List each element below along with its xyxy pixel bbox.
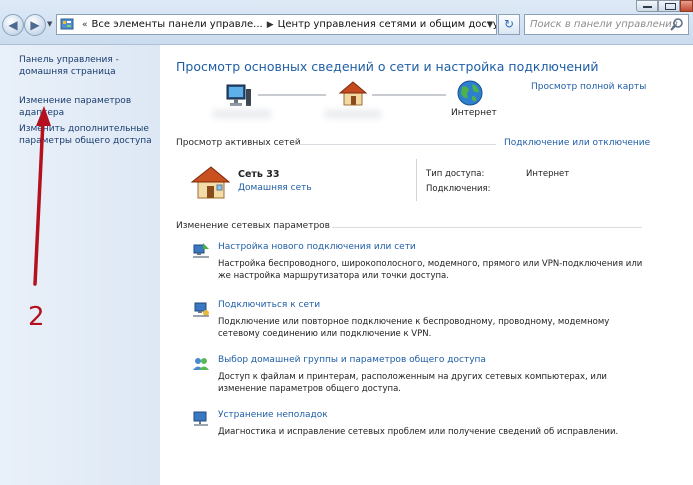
- network-type-link[interactable]: Домашняя сеть: [238, 183, 312, 193]
- maximize-button[interactable]: [658, 0, 680, 12]
- minimize-button[interactable]: [636, 0, 658, 12]
- search-placeholder: Поиск в панели управления: [530, 19, 678, 30]
- homegroup-sharing-icon: [193, 358, 209, 370]
- breadcrumb-separator-icon: «: [82, 20, 88, 30]
- task-connect-network-desc: Подключение или повторное подключение к …: [218, 317, 610, 339]
- breadcrumb-all-control-panel-items[interactable]: Все элементы панели управле...: [92, 19, 263, 30]
- section-divider: [332, 227, 642, 228]
- sidebar: Панель управления - домашняя страница Из…: [0, 45, 160, 485]
- connections-label: Подключения:: [426, 184, 491, 194]
- troubleshoot-icon: [193, 411, 208, 426]
- maximize-icon: [665, 3, 676, 10]
- address-dropdown-icon[interactable]: ▼: [487, 15, 493, 34]
- forward-button[interactable]: ▶: [24, 14, 46, 36]
- task-homegroup-desc: Доступ к файлам и принтерам, расположенн…: [218, 372, 607, 394]
- section-divider: [296, 144, 496, 145]
- blurred-network-name: [324, 109, 382, 119]
- breadcrumb-network-center[interactable]: Центр управления сетями и общим доступом: [278, 19, 496, 30]
- refresh-icon: ↻: [503, 17, 515, 31]
- connect-disconnect-link[interactable]: Подключение или отключение: [504, 138, 650, 148]
- connect-to-network-icon: [193, 302, 209, 317]
- change-settings-heading: Изменение сетевых параметров: [176, 221, 330, 231]
- home-network-icon: [338, 81, 368, 106]
- map-connection-line: [372, 94, 446, 96]
- task-homegroup-link[interactable]: Выбор домашней группы и параметров общег…: [218, 355, 486, 365]
- blurred-computer-name: [212, 109, 272, 119]
- internet-globe-icon: [457, 80, 483, 106]
- main-content: Просмотр основных сведений о сети и наст…: [160, 45, 693, 485]
- forward-arrow-icon: ▶: [30, 18, 40, 32]
- minimize-icon: [643, 6, 652, 8]
- address-bar[interactable]: « Все элементы панели управле... ▶ Центр уп…: [56, 14, 497, 35]
- back-arrow-icon: ◀: [8, 18, 18, 32]
- search-input[interactable]: Поиск в панели управления: [524, 14, 689, 35]
- access-type-label: Тип доступа:: [426, 169, 485, 179]
- page-title: Просмотр основных сведений о сети и наст…: [176, 59, 599, 74]
- home-network-icon: [190, 166, 230, 199]
- access-type-value: Интернет: [526, 169, 570, 179]
- map-connection-line: [258, 94, 326, 96]
- annotation-step-number: 2: [28, 302, 45, 332]
- sidebar-item-control-panel-home[interactable]: Панель управления - домашняя страница: [19, 54, 159, 78]
- search-icon[interactable]: [670, 17, 684, 31]
- task-setup-connection-desc: Настройка беспроводного, широкополосного…: [218, 259, 643, 281]
- task-setup-connection-link[interactable]: Настройка нового подключения или сети: [218, 242, 416, 252]
- sidebar-item-advanced-sharing-settings[interactable]: Изменить дополнительные параметры общего…: [19, 123, 159, 147]
- task-troubleshoot-link[interactable]: Устранение неполадок: [218, 410, 328, 420]
- map-internet-label: Интернет: [451, 108, 497, 118]
- refresh-button[interactable]: ↻: [498, 14, 520, 35]
- new-connection-icon: [193, 243, 209, 258]
- full-map-link[interactable]: Просмотр полной карты: [531, 82, 646, 92]
- sidebar-item-change-adapter-settings[interactable]: Изменение параметров адаптера: [19, 95, 159, 119]
- recent-pages-dropdown[interactable]: ▼: [47, 20, 52, 28]
- task-troubleshoot-desc: Диагностика и исправление сетевых пробле…: [218, 427, 619, 437]
- back-button[interactable]: ◀: [2, 14, 24, 36]
- active-networks-heading: Просмотр активных сетей: [176, 138, 301, 148]
- title-bar: ◀ ▶ ▼ «Все элементы панели управле... ▶ Це…: [0, 0, 693, 45]
- task-connect-network-link[interactable]: Подключиться к сети: [218, 300, 320, 310]
- network-info-divider: [416, 159, 417, 201]
- control-panel-icon: [60, 18, 74, 30]
- close-button[interactable]: [680, 0, 693, 12]
- network-name: Сеть 33: [238, 169, 280, 180]
- breadcrumb-separator-icon: ▶: [266, 20, 274, 30]
- computer-icon: [226, 84, 251, 106]
